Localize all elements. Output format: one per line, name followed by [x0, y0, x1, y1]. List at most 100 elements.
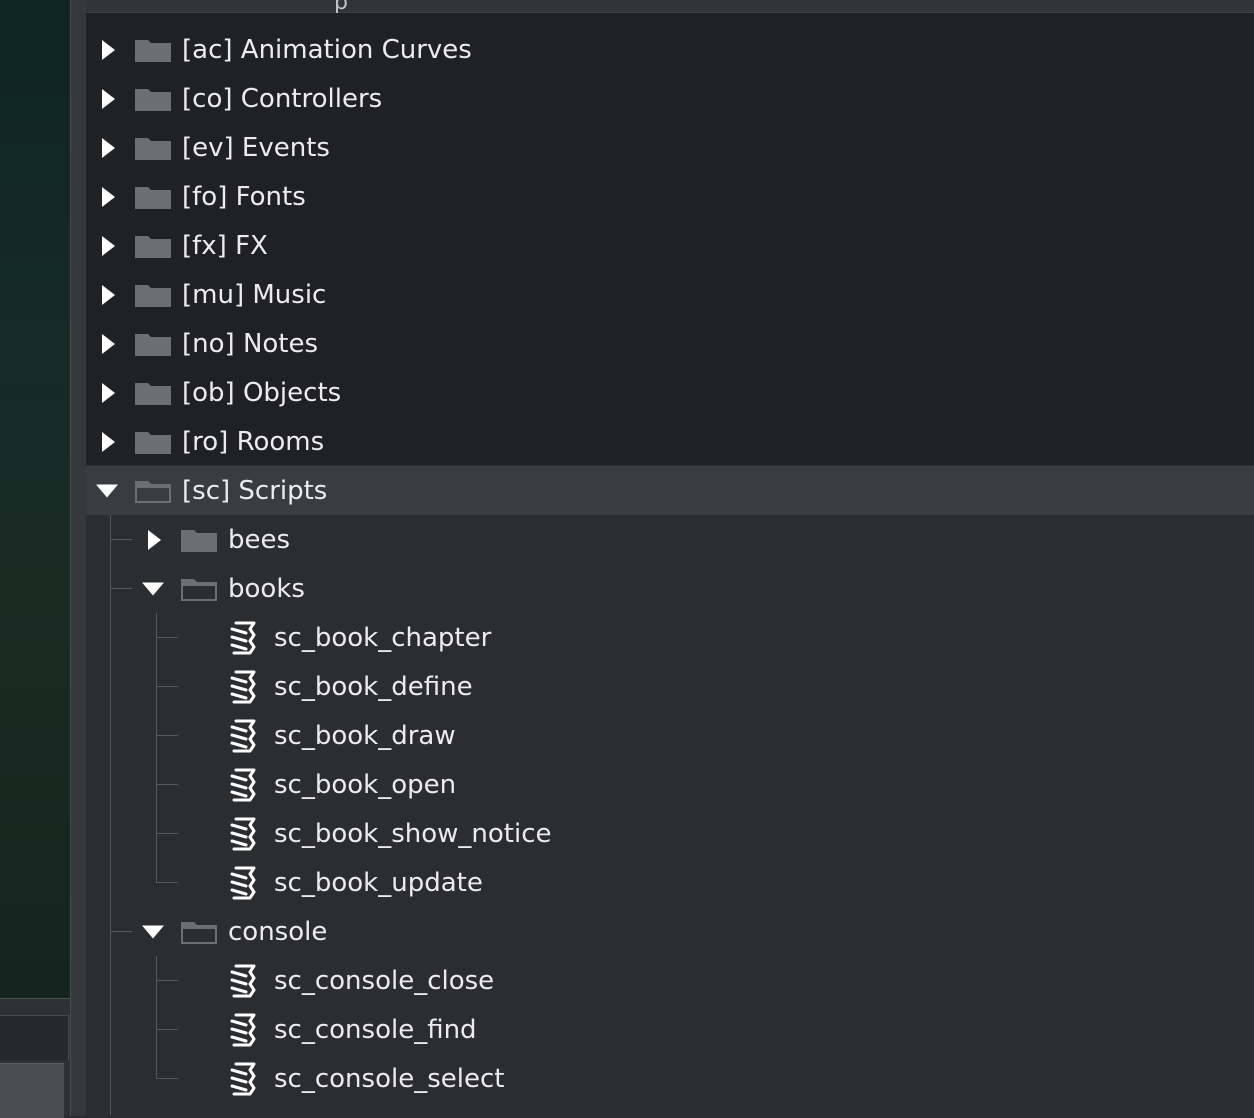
tree-row-rooms[interactable]: [ro] Rooms — [86, 417, 1254, 466]
tree-row-label: [sc] Scripts — [182, 475, 328, 506]
expand-arrow-icon[interactable] — [148, 529, 161, 550]
folder-icon — [135, 431, 171, 454]
tree-row-label: [fx] FX — [182, 230, 268, 261]
folder-open-icon — [135, 480, 171, 503]
tree-row-label: sc_console_select — [274, 1063, 505, 1094]
tree-guide-line — [156, 833, 178, 834]
left-bottom-button[interactable] — [0, 1063, 64, 1118]
script-icon — [230, 768, 256, 801]
tree-guide-line — [156, 882, 178, 883]
tree-row-notes[interactable]: [no] Notes — [86, 319, 1254, 368]
tree-row-controllers[interactable]: [co] Controllers — [86, 74, 1254, 123]
tree-item-script[interactable]: sc_book_open — [86, 760, 1254, 809]
expand-arrow-icon[interactable] — [102, 333, 115, 354]
expand-arrow-icon[interactable] — [102, 284, 115, 305]
tree-row-label: sc_console_find — [274, 1014, 477, 1045]
tree-row-scripts[interactable]: [sc] Scripts — [86, 466, 1254, 515]
tree-row-label: sc_book_show_notice — [274, 818, 552, 849]
tree-guide-line — [156, 956, 157, 1079]
tree-row-fonts[interactable]: [fo] Fonts — [86, 172, 1254, 221]
tree-row-label: sc_book_update — [274, 867, 483, 898]
script-icon — [230, 1062, 256, 1095]
script-icon — [230, 719, 256, 752]
tree-row-events[interactable]: [ev] Events — [86, 123, 1254, 172]
expand-arrow-icon[interactable] — [102, 382, 115, 403]
tree-row-label: [no] Notes — [182, 328, 319, 359]
tree-item-script[interactable]: sc_console_select — [86, 1054, 1254, 1103]
tree-item-script[interactable]: sc_book_draw — [86, 711, 1254, 760]
tree-guide-line — [156, 686, 178, 687]
panel-splitter[interactable] — [70, 0, 87, 1116]
tree-item-script[interactable]: sc_book_define — [86, 662, 1254, 711]
tree-row-label: [ro] Rooms — [182, 426, 325, 457]
asset-browser-panel: p [ac] Animation Curves [co] Controllers… — [86, 0, 1254, 1116]
folder-open-icon — [181, 578, 217, 601]
tree-row-label: bees — [228, 524, 291, 555]
tree-guide-line — [110, 539, 132, 540]
tree-row-label: [ac] Animation Curves — [182, 34, 472, 65]
tree-item-script[interactable]: sc_book_show_notice — [86, 809, 1254, 858]
tree-row-console[interactable]: console — [86, 907, 1254, 956]
script-icon — [230, 670, 256, 703]
tree-row-bees[interactable]: bees — [86, 515, 1254, 564]
tree-guide-line — [156, 784, 178, 785]
tree-row-objects[interactable]: [ob] Objects — [86, 368, 1254, 417]
folder-icon — [135, 382, 171, 405]
script-icon — [230, 817, 256, 850]
script-icon — [230, 866, 256, 899]
tree-row-animation-curves[interactable]: [ac] Animation Curves — [86, 25, 1254, 74]
folder-icon — [135, 186, 171, 209]
tree-row-label: sc_console_close — [274, 965, 495, 996]
tree-guide-line — [156, 1029, 178, 1030]
expand-arrow-icon[interactable] — [102, 39, 115, 60]
tree-guide-line — [156, 637, 178, 638]
folder-icon — [135, 137, 171, 160]
tree-guide-line — [156, 735, 178, 736]
tree-row-label: [mu] Music — [182, 279, 327, 310]
collapse-arrow-icon[interactable] — [96, 484, 118, 497]
collapse-arrow-icon[interactable] — [142, 925, 164, 938]
folder-icon — [135, 39, 171, 62]
tree-guide-line — [156, 1078, 178, 1079]
tree-row-label: [ev] Events — [182, 132, 330, 163]
tree-item-script[interactable]: sc_console_find — [86, 1005, 1254, 1054]
expand-arrow-icon[interactable] — [102, 88, 115, 109]
folder-icon — [135, 284, 171, 307]
tree-guide-line — [156, 613, 157, 883]
tree-row-label: sc_book_define — [274, 671, 473, 702]
tree-row-label: [co] Controllers — [182, 83, 383, 114]
tree-guide-line — [110, 588, 132, 589]
room-editor-view[interactable] — [0, 0, 70, 998]
left-bottom-toolbar — [0, 998, 70, 1118]
folder-icon — [135, 235, 171, 258]
folder-icon — [135, 333, 171, 356]
left-bottom-tab[interactable] — [0, 1015, 69, 1060]
tree-guide-line — [110, 931, 132, 932]
tree-row-music[interactable]: [mu] Music — [86, 270, 1254, 319]
expand-arrow-icon[interactable] — [102, 186, 115, 207]
expand-arrow-icon[interactable] — [102, 137, 115, 158]
tree-row-fx[interactable]: [fx] FX — [86, 221, 1254, 270]
tree-row-label: books — [228, 573, 305, 604]
expand-arrow-icon[interactable] — [102, 235, 115, 256]
panel-header: p — [86, 0, 1254, 15]
asset-tree: [ac] Animation Curves [co] Controllers [… — [86, 25, 1254, 1115]
tree-guide-line — [110, 515, 111, 1115]
tree-row-label: sc_book_open — [274, 769, 457, 800]
tree-row-label: [fo] Fonts — [182, 181, 306, 212]
tree-item-script[interactable]: sc_console_close — [86, 956, 1254, 1005]
script-icon — [230, 621, 256, 654]
folder-open-icon — [181, 921, 217, 944]
tree-row-books[interactable]: books — [86, 564, 1254, 613]
script-icon — [230, 1013, 256, 1046]
folder-icon — [135, 88, 171, 111]
tree-item-script[interactable]: sc_book_chapter — [86, 613, 1254, 662]
collapse-arrow-icon[interactable] — [142, 582, 164, 595]
tree-row-label: [ob] Objects — [182, 377, 342, 408]
expand-arrow-icon[interactable] — [102, 431, 115, 452]
tree-item-script[interactable]: sc_book_update — [86, 858, 1254, 907]
folder-icon — [181, 529, 217, 552]
tree-row-label: sc_book_draw — [274, 720, 456, 751]
tree-row-label: sc_book_chapter — [274, 622, 492, 653]
tree-guide-line — [156, 980, 178, 981]
